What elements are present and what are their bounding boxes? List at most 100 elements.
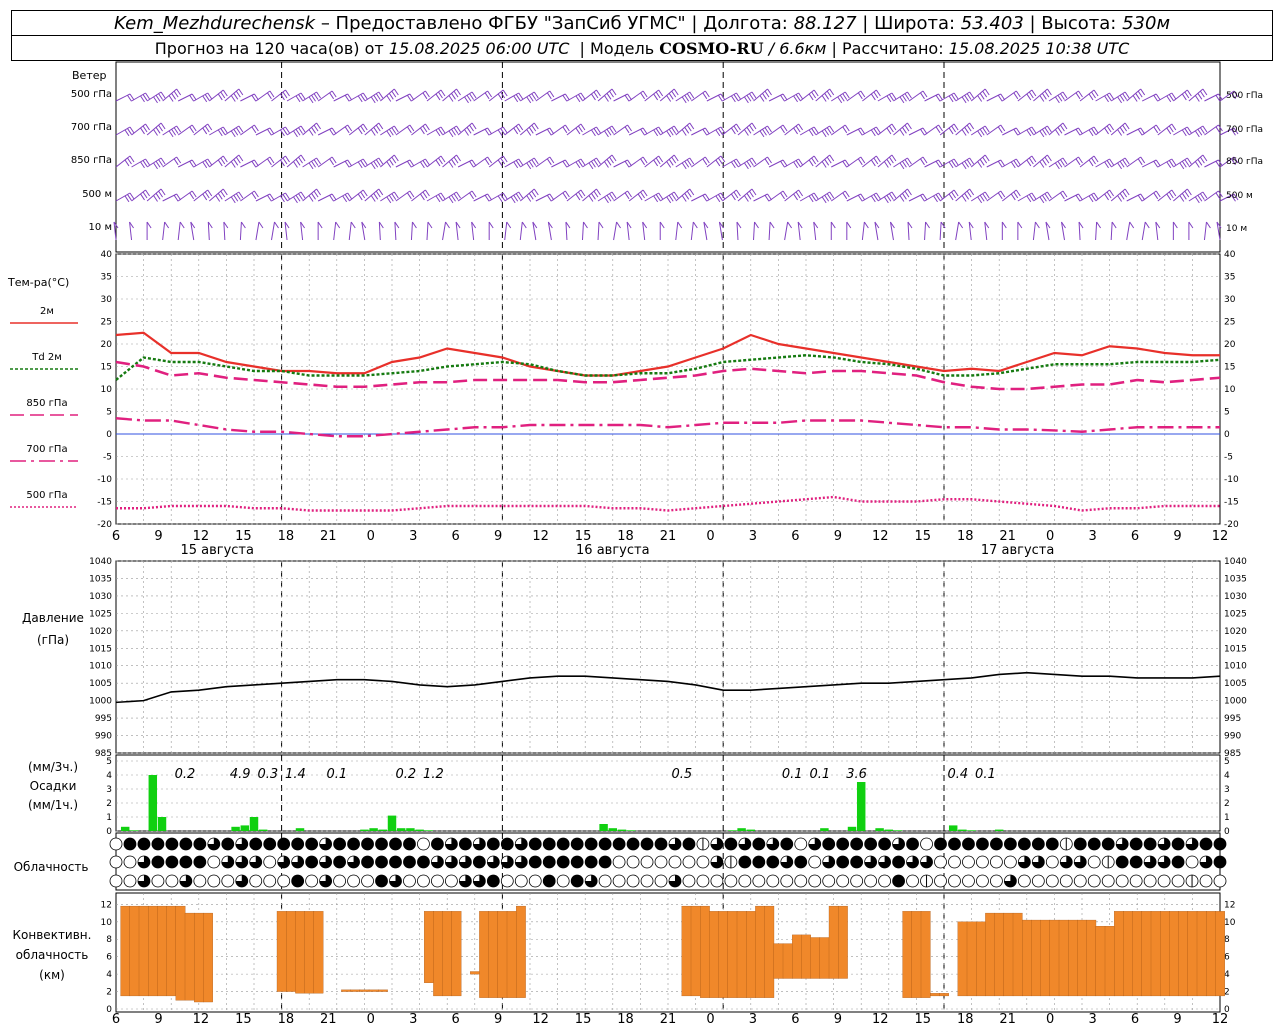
wind-barb-feather (1057, 94, 1063, 102)
wind-barb (874, 221, 880, 241)
wind-barb-feather (357, 127, 363, 135)
wind-barb-feather (466, 94, 472, 102)
precip-sum-label: 0.1 (326, 767, 347, 782)
wind-barb (426, 155, 446, 168)
wind-barb-feather (168, 130, 174, 138)
temp-tick-left: 0 (106, 430, 112, 440)
wind-barb-feather (393, 88, 399, 96)
wind-barb (1095, 221, 1102, 241)
wind-barb-feather (1117, 195, 1123, 202)
wind-barb-feather (360, 160, 366, 167)
wind-barb-feather (1015, 189, 1021, 197)
conv-bar (994, 912, 1005, 997)
wind-barb (1033, 191, 1052, 204)
wind-barb-shaft (240, 190, 255, 202)
wind-barb-feather (715, 129, 721, 137)
wind-barb-feather (1155, 190, 1161, 198)
wind-barb-feather (1028, 91, 1034, 99)
conv-bar (1077, 919, 1087, 997)
temp-tick-left: 10 (101, 385, 113, 395)
precip-bar (884, 829, 894, 831)
conv-bar (939, 993, 949, 997)
wind-barb-feather (1168, 160, 1174, 167)
wind-barb-feather (1181, 160, 1187, 168)
wind-barb-feather (1122, 190, 1128, 198)
wind-barb-shaft (613, 190, 628, 202)
precip-tick-left: 3 (106, 785, 112, 795)
wind-barb-feather (717, 157, 723, 165)
wind-barb-feather (1015, 158, 1021, 166)
precip-bar (948, 825, 958, 831)
wind-barb (504, 221, 512, 241)
wind-barb-feather (1078, 156, 1083, 164)
wind-barb-feather (451, 159, 456, 166)
wind-barb-feather (1171, 92, 1177, 100)
wind-barb-feather (142, 94, 148, 101)
wind-barb-feather (969, 157, 975, 165)
wind-barb-shaft (924, 124, 939, 136)
wind-barb (566, 158, 586, 169)
wind-barb (815, 154, 835, 168)
wind-barb-shaft (675, 221, 679, 241)
wind-barb (1032, 221, 1040, 241)
pressure-tick-left: 1010 (89, 662, 112, 672)
wind-barb (799, 192, 819, 203)
wind-barb-shaft (582, 89, 597, 102)
wind-barb (378, 221, 384, 241)
wind-barb-shaft (1188, 154, 1204, 168)
wind-barb (1095, 189, 1115, 202)
wind-barb (348, 189, 368, 202)
cloud-circle (123, 855, 137, 869)
wind-barb-shaft (628, 189, 644, 202)
cloud-circle (836, 874, 850, 888)
wind-barb (768, 124, 788, 136)
wind-barb-feather (425, 123, 430, 131)
wind-barb-feather (233, 159, 239, 166)
wind-barb (659, 125, 679, 138)
wind-barb-feather (1044, 156, 1050, 164)
cloud-circle (780, 874, 794, 888)
conv-bar (359, 989, 370, 992)
wind-level-label-right: 850 гПа (1226, 157, 1263, 167)
cloud-circle-full (473, 856, 486, 868)
wind-barb-feather (677, 221, 683, 229)
cloud-circle (417, 837, 430, 851)
wind-barb (317, 90, 337, 102)
wind-barb-shaft (426, 221, 429, 241)
cloud-circle-full (403, 856, 416, 868)
conv-bar (1196, 911, 1207, 997)
conv-bar (1169, 911, 1179, 997)
wind-barb-feather (958, 221, 964, 229)
wind-barb-feather (829, 154, 835, 162)
cloud-circle (822, 874, 836, 888)
wind-barb (1141, 190, 1161, 202)
wind-barb (877, 191, 897, 204)
pressure-tick-left: 1030 (89, 592, 112, 602)
wind-barb-feather (533, 122, 539, 130)
wind-barb-feather (469, 93, 474, 100)
precip-bar (958, 829, 967, 831)
wind-barb-feather (668, 194, 674, 202)
wind-barb-feather (533, 188, 539, 196)
pressure-tick-left: 990 (95, 732, 112, 742)
cloud-circle-full (822, 838, 835, 850)
wind-barb-feather (1088, 195, 1094, 203)
wind-barb (1048, 190, 1068, 202)
wind-barb-feather (982, 127, 988, 134)
cloud-circle (1213, 874, 1227, 888)
wind-barb-feather (173, 158, 179, 166)
wind-barb-shaft (1017, 155, 1033, 168)
wind-barb-feather (1054, 129, 1060, 136)
pressure-tick-left: 1020 (89, 627, 112, 637)
wind-barb (924, 93, 943, 102)
wind-barb-feather (238, 191, 244, 199)
wind-barb (271, 89, 290, 102)
wind-barb-feather (593, 190, 599, 198)
wind-barb-feather (591, 160, 596, 168)
wind-barb-feather (484, 92, 490, 100)
wind-barb-feather (207, 189, 213, 197)
wind-barb-feather (1039, 130, 1045, 138)
wind-barb-feather (313, 190, 319, 198)
conv-bar (442, 911, 453, 997)
wind-barb-feather (829, 125, 835, 133)
